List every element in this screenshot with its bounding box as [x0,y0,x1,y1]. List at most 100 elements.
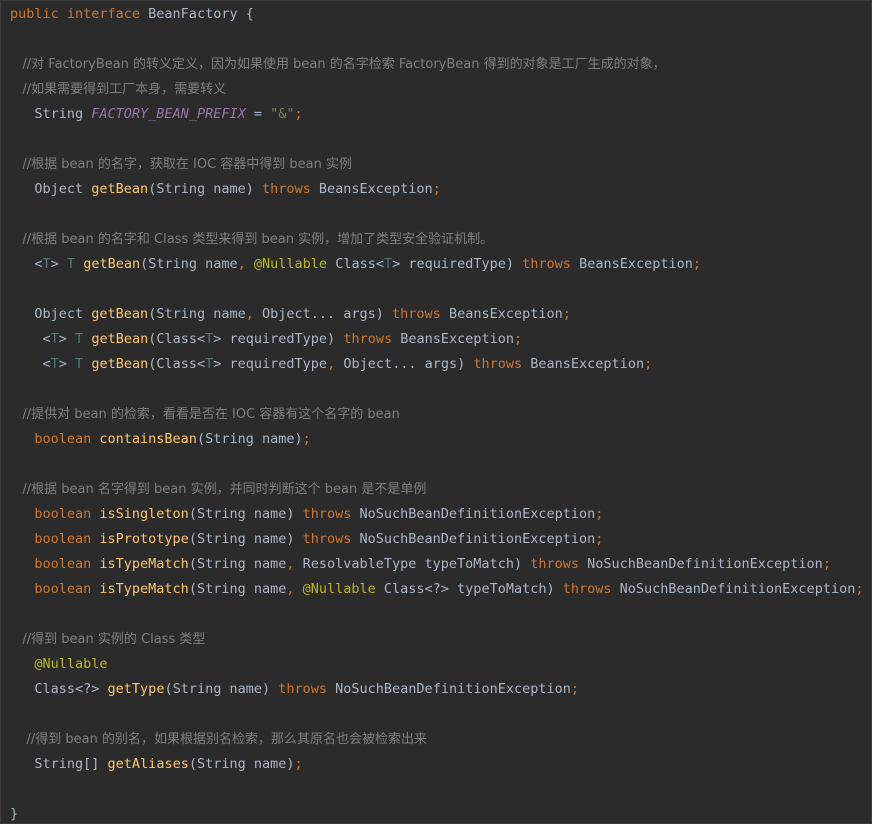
code-line: boolean isSingleton(String name) throws … [10,503,603,525]
comment-token: //得到 bean 实例的 Class 类型 [10,632,206,647]
code-token: Object [10,306,92,322]
code-line: Object getBean(String name, Object... ar… [10,303,571,325]
keyword-token: ; [514,331,523,347]
code-token: String[] [10,756,108,772]
keyword-token: throws [562,581,620,597]
code-token: BeansException [448,306,563,322]
code-token: > [50,256,67,272]
code-token: > requiredType) [213,331,344,347]
code-token: > requiredType) [392,256,523,272]
code-token: NoSuchBeanDefinitionException [359,506,596,522]
code-line: //根据 bean 的名字和 Class 类型来得到 bean 实例，增加了类型… [10,228,493,250]
code-line: //得到 bean 的别名，如果根据别名检索，那么其原名也会被检索出来 [10,728,428,750]
code-line: Class<?> getType(String name) throws NoS… [10,678,579,700]
method-name-token: getBean [83,256,141,272]
code-line: @Nullable [10,653,108,675]
code-token: Class<?> typeToMatch) [383,581,563,597]
code-token: BeanFactory { [148,6,254,22]
keyword-token: boolean [10,556,100,572]
code-token: < [10,356,51,372]
keyword-token: , [237,256,254,272]
code-line: boolean isTypeMatch(String name, @Nullab… [10,578,863,600]
code-token: (String name [188,581,287,597]
code-token: NoSuchBeanDefinitionException [587,556,823,572]
keyword-token: , [286,581,303,597]
type-param-token: T [50,356,59,372]
method-name-token: getBean [91,331,149,347]
code-token: (String name) [196,431,303,447]
method-name-token: getAliases [107,756,189,772]
code-line: } [10,803,19,823]
code-line: //提供对 bean 的检索，看看是否在 IOC 容器有这个名字的 bean [10,403,400,425]
code-line: Object getBean(String name) throws Beans… [10,178,441,200]
code-line: //根据 bean 的名字，获取在 IOC 容器中得到 bean 实例 [10,153,352,175]
code-token: Class<?> [10,681,108,697]
method-name-token: isPrototype [99,531,189,547]
annotation-token: @Nullable [302,581,384,597]
method-name-token: isTypeMatch [99,581,189,597]
code-token: BeansException [579,256,693,272]
code-token: (Class< [148,331,206,347]
code-token: (String name) [148,181,262,197]
code-token: > [58,331,76,347]
code-line: <T> T getBean(Class<T> requiredType) thr… [10,328,523,350]
keyword-token: boolean [10,581,100,597]
annotation-token: @Nullable [10,656,108,672]
method-name-token: getBean [91,356,149,372]
code-token: > requiredType [213,356,328,372]
code-token: } [10,806,19,822]
code-token: Object... args) [343,356,474,372]
code-line: //根据 bean 名字得到 bean 实例，并同时判断这个 bean 是不是单… [10,478,426,500]
keyword-token: throws [278,681,336,697]
code-token: Class< [335,256,384,272]
comment-token: //得到 bean 的别名，如果根据别名检索，那么其原名也会被检索出来 [10,732,428,747]
code-line: boolean containsBean(String name); [10,428,311,450]
keyword-token: ; [432,181,441,197]
keyword-token: boolean [10,506,100,522]
keyword-token: boolean [10,531,100,547]
code-token: BeansException [530,356,645,372]
keyword-token: ; [302,431,311,447]
type-param-token: T [75,356,92,372]
code-token: (String name) [188,531,303,547]
keyword-token: ; [294,106,303,122]
code-line: public interface BeanFactory { [10,3,254,25]
comment-token: //根据 bean 的名字和 Class 类型来得到 bean 实例，增加了类型… [10,232,494,247]
code-token: (String name) [188,506,303,522]
keyword-token: ; [822,556,831,572]
keyword-token: , [245,306,262,322]
method-name-token: getBean [91,306,149,322]
keyword-token: throws [302,531,360,547]
code-line: //得到 bean 实例的 Class 类型 [10,628,205,650]
code-token: = [245,106,271,122]
keyword-token: public interface [10,6,149,22]
keyword-token: ; [294,756,303,772]
keyword-token: ; [644,356,653,372]
keyword-token: ; [595,531,604,547]
comment-token: //提供对 bean 的检索，看看是否在 IOC 容器有这个名字的 bean [10,407,400,422]
code-token: (String name [188,556,287,572]
keyword-token: throws [261,181,319,197]
code-token: (String name [148,306,246,322]
code-editor[interactable]: public interface BeanFactory { //对 Facto… [0,0,872,824]
keyword-token: boolean [10,431,100,447]
comment-token: //如果需要得到工厂本身，需要转义 [10,82,227,97]
code-token: BeansException [400,331,515,347]
code-token: BeansException [318,181,433,197]
code-line: //对 FactoryBean 的转义定义，因为如果使用 bean 的名字检索 … [10,53,665,75]
keyword-token: ; [595,506,604,522]
keyword-token: throws [392,306,449,322]
string-token: "&" [270,106,295,122]
comment-token: //根据 bean 名字得到 bean 实例，并同时判断这个 bean 是不是单… [10,482,427,497]
keyword-token: ; [692,256,701,272]
method-name-token: isTypeMatch [99,556,189,572]
keyword-token: ; [855,581,864,597]
comment-token: //根据 bean 的名字，获取在 IOC 容器中得到 bean 实例 [10,157,353,172]
code-token: > [58,356,76,372]
code-token: Object [10,181,92,197]
code-token: NoSuchBeanDefinitionException [619,581,856,597]
keyword-token: , [286,556,303,572]
keyword-token: , [327,356,344,372]
code-line: boolean isTypeMatch(String name, Resolva… [10,553,831,575]
code-token: Object... args) [262,306,393,322]
